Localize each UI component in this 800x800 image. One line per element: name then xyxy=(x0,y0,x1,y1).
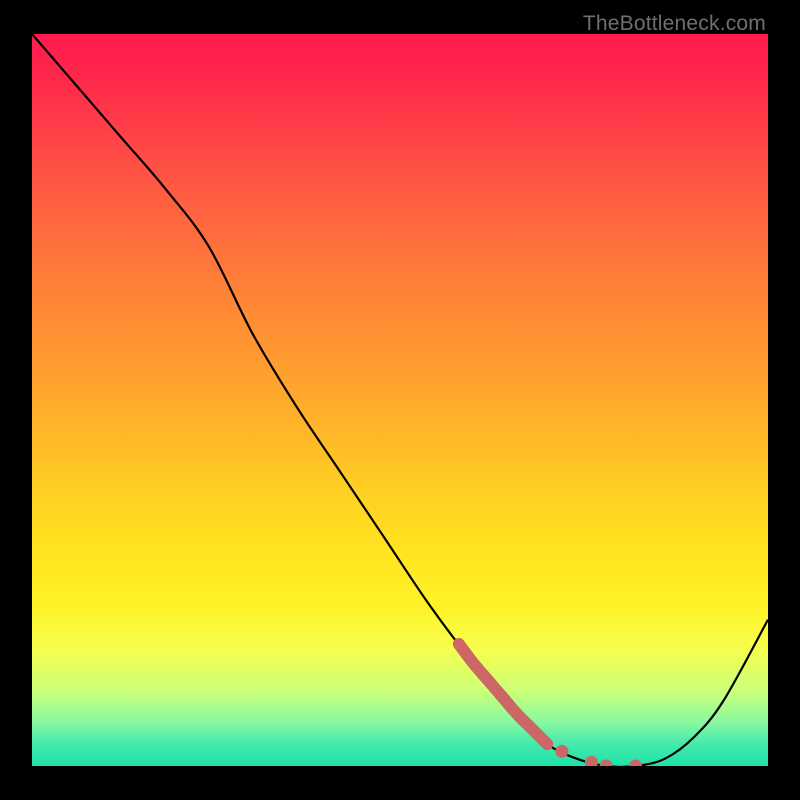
highlight-segment xyxy=(459,644,547,744)
highlight-dot xyxy=(629,760,642,767)
highlight-dot xyxy=(600,760,613,767)
plot-area xyxy=(32,34,768,766)
bottleneck-curve xyxy=(32,34,768,766)
highlight-dot xyxy=(555,745,568,758)
highlight-dot xyxy=(585,756,598,766)
watermark-text: TheBottleneck.com xyxy=(583,12,766,36)
chart-frame: TheBottleneck.com xyxy=(0,0,800,800)
chart-svg xyxy=(32,34,768,766)
